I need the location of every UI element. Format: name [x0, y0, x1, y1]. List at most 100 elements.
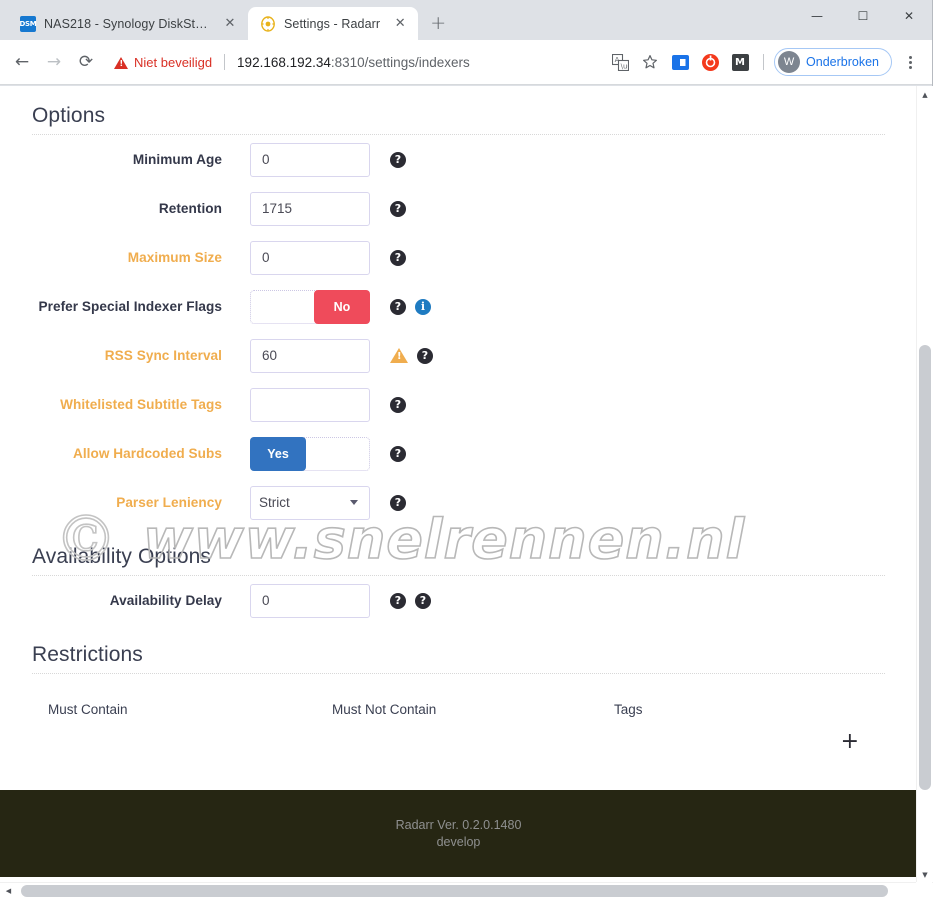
- browser-toolbar: ← → ⟳ Niet beveiligd 192.168.192.34:8310…: [0, 40, 932, 85]
- footer-branch: develop: [436, 835, 481, 849]
- tab-close-icon[interactable]: ✕: [392, 16, 408, 32]
- allow-hardcoded-subs-toggle[interactable]: Yes: [250, 436, 370, 471]
- form-row-maximum-size: Maximum Size ?: [32, 233, 885, 282]
- window-controls: — ☐ ✕: [794, 0, 932, 40]
- form-row-availability-delay: Availability Delay ? ?: [32, 576, 885, 625]
- help-icon[interactable]: ?: [415, 592, 431, 609]
- extension-orange-icon[interactable]: [697, 49, 723, 75]
- maximize-icon[interactable]: ☐: [840, 0, 886, 32]
- address-bar[interactable]: Niet beveiligd 192.168.192.34:8310/setti…: [102, 47, 607, 77]
- help-icon[interactable]: ?: [390, 592, 406, 609]
- extension-blue-icon[interactable]: [667, 49, 693, 75]
- info-icon[interactable]: i: [415, 298, 431, 315]
- security-label: Niet beveiligd: [134, 54, 213, 70]
- parser-leniency-select[interactable]: Strict: [250, 485, 370, 520]
- minimum-age-input[interactable]: [250, 142, 370, 177]
- scroll-left-icon[interactable]: ◀: [0, 883, 17, 899]
- toggle-knob-on[interactable]: Yes: [250, 436, 306, 471]
- options-heading: Options: [32, 86, 885, 135]
- field-minimum-age: [250, 142, 370, 177]
- column-must-not-contain: Must Not Contain: [332, 702, 437, 717]
- availability-delay-input[interactable]: [250, 583, 370, 618]
- label-allow-hardcoded-subs: Allow Hardcoded Subs: [72, 446, 222, 461]
- hints-maximum-size: ?: [390, 249, 406, 266]
- scrollbar-corner: [916, 882, 932, 898]
- form-row-retention: Retention ?: [32, 184, 885, 233]
- field-whitelisted-subtitle-tags: [250, 387, 370, 422]
- help-icon[interactable]: ?: [390, 298, 406, 315]
- label-maximum-size: Maximum Size: [127, 250, 222, 265]
- help-icon[interactable]: ?: [390, 249, 406, 266]
- help-icon[interactable]: ?: [417, 347, 433, 364]
- hints-allow-hardcoded-subs: ?: [390, 445, 406, 462]
- radarr-settings-page: Options Minimum Age ? Retention: [0, 86, 917, 877]
- add-restriction-button[interactable]: +: [841, 731, 859, 753]
- extension-orange-glyph: [701, 53, 719, 71]
- translate-icon[interactable]: A \u6587: [607, 49, 633, 75]
- help-icon[interactable]: ?: [390, 151, 406, 168]
- profile-button[interactable]: W Onderbroken: [774, 48, 892, 76]
- footer-version: Radarr Ver. 0.2.0.1480: [395, 818, 522, 832]
- horizontal-scrollbar-thumb[interactable]: [21, 884, 888, 897]
- vertical-scrollbar[interactable]: ▲ ▼: [916, 86, 932, 883]
- url-text: 192.168.192.34:8310/settings/indexers: [237, 55, 470, 70]
- restrictions-table-header: Must Contain Must Not Contain Tags: [32, 702, 885, 717]
- extension-mail-glyph: M: [731, 53, 749, 71]
- rss-sync-interval-input[interactable]: [250, 338, 370, 373]
- label-retention: Retention: [158, 201, 222, 216]
- label-prefer-special-indexer-flags: Prefer Special Indexer Flags: [38, 299, 222, 314]
- vertical-scrollbar-thumb[interactable]: [919, 345, 931, 790]
- browser-tab-radarr[interactable]: Settings - Radarr ✕: [248, 7, 419, 40]
- form-row-parser-leniency: Parser Leniency Strict ?: [32, 478, 885, 527]
- close-window-icon[interactable]: ✕: [886, 0, 932, 32]
- form-row-prefer-special-indexer-flags: Prefer Special Indexer Flags No ? i: [32, 282, 885, 331]
- scroll-down-icon[interactable]: ▼: [917, 866, 933, 883]
- minimize-icon[interactable]: —: [794, 0, 840, 32]
- url-host: 192.168.192.34: [237, 54, 331, 70]
- bookmark-star-icon[interactable]: [637, 49, 663, 75]
- form-row-minimum-age: Minimum Age ?: [32, 135, 885, 184]
- parser-leniency-select-wrap: Strict: [250, 485, 370, 520]
- prefer-special-indexer-flags-toggle[interactable]: No: [250, 289, 370, 324]
- page-footer: Radarr Ver. 0.2.0.1480 develop: [0, 790, 917, 877]
- extension-blue-glyph: [671, 54, 689, 70]
- help-icon[interactable]: ?: [390, 445, 406, 462]
- extension-mail-icon[interactable]: M: [727, 49, 753, 75]
- new-tab-button[interactable]: +: [424, 9, 452, 37]
- profile-label: Onderbroken: [806, 55, 879, 69]
- insecure-warning-icon: [114, 57, 128, 69]
- whitelisted-subtitle-tags-input[interactable]: [250, 387, 370, 422]
- chrome-menu-icon[interactable]: [896, 48, 924, 76]
- horizontal-scrollbar[interactable]: ◀ ▶: [0, 882, 933, 898]
- avatar: W: [778, 51, 801, 73]
- hints-availability-delay: ? ?: [390, 592, 431, 609]
- help-icon[interactable]: ?: [390, 396, 406, 413]
- hints-rss-sync-interval: ?: [390, 347, 433, 364]
- hints-retention: ?: [390, 200, 406, 217]
- help-icon[interactable]: ?: [390, 200, 406, 217]
- reload-icon[interactable]: ⟳: [70, 46, 102, 78]
- warning-icon[interactable]: [390, 348, 408, 363]
- scroll-up-icon[interactable]: ▲: [917, 86, 933, 103]
- toolbar-icons: A \u6587: [607, 48, 924, 76]
- restrictions-table-body: +: [32, 717, 885, 763]
- field-availability-delay: [250, 583, 370, 618]
- horizontal-scrollbar-track[interactable]: [17, 883, 916, 899]
- browser-tab-nas218[interactable]: DSM NAS218 - Synology DiskStation ✕: [8, 7, 248, 40]
- toggle-knob-off[interactable]: No: [314, 289, 370, 324]
- tab-strip: DSM NAS218 - Synology DiskStation ✕ Sett…: [0, 0, 932, 40]
- back-icon[interactable]: ←: [6, 46, 38, 78]
- tab-close-icon[interactable]: ✕: [222, 16, 238, 32]
- svg-text:\u6587: \u6587: [620, 62, 628, 70]
- hints-whitelisted-subtitle-tags: ?: [390, 396, 406, 413]
- field-rss-sync-interval: [250, 338, 370, 373]
- maximum-size-input[interactable]: [250, 240, 370, 275]
- form-row-allow-hardcoded-subs: Allow Hardcoded Subs Yes ?: [32, 429, 885, 478]
- label-whitelisted-subtitle-tags: Whitelisted Subtitle Tags: [60, 397, 222, 412]
- tab-title: NAS218 - Synology DiskStation: [44, 16, 210, 31]
- column-tags: Tags: [614, 702, 643, 717]
- help-icon[interactable]: ?: [390, 494, 406, 511]
- forward-icon: →: [46, 52, 62, 72]
- retention-input[interactable]: [250, 191, 370, 226]
- label-minimum-age: Minimum Age: [132, 152, 222, 167]
